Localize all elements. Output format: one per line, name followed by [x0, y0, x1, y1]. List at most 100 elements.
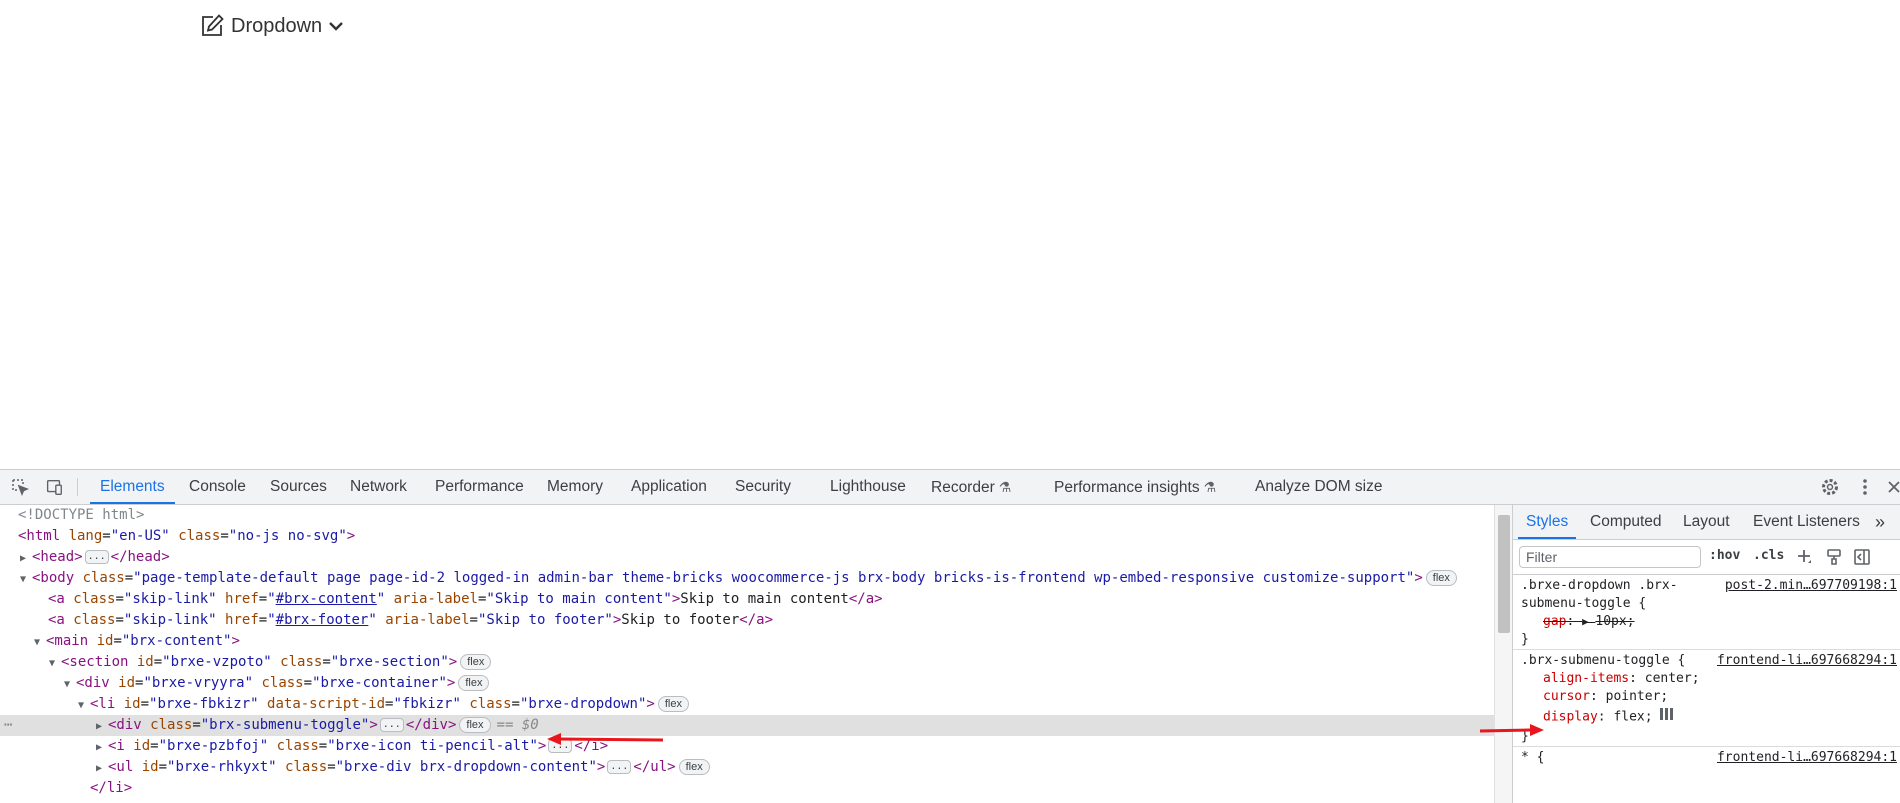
new-style-rule-icon[interactable]: [1795, 548, 1813, 566]
sidebar-tabs: Styles Computed Layout Event Listeners »: [1513, 505, 1900, 540]
collapse-triangle-icon[interactable]: ▼: [34, 632, 46, 653]
dom-node-section[interactable]: ▼ <section id="brxe-vzpoto" class="brxe-s…: [0, 652, 1494, 673]
dom-node-head[interactable]: ▶ <head>... </head>: [0, 547, 1494, 568]
flex-badge[interactable]: flex: [1425, 570, 1457, 586]
chevron-down-icon: [328, 20, 344, 32]
declaration[interactable]: cursor: pointer;: [1521, 688, 1895, 706]
elements-tree: <!DOCTYPE html> <html lang="en-US" class…: [0, 505, 1494, 803]
tab-console[interactable]: Console: [189, 470, 246, 504]
tab-styles[interactable]: Styles: [1517, 505, 1577, 539]
tab-recorder-label: Recorder: [931, 479, 995, 496]
dropdown-label: Dropdown: [231, 14, 323, 37]
style-rules: .brxe-dropdown .brx-submenu-toggle { pos…: [1513, 575, 1900, 767]
rule-close-brace: }: [1521, 632, 1529, 647]
hov-button[interactable]: :hov: [1709, 548, 1740, 563]
href-link[interactable]: #brx-content: [276, 591, 377, 607]
tab-lighthouse[interactable]: Lighthouse: [830, 470, 906, 504]
expand-triangle-icon[interactable]: ▶: [96, 758, 108, 779]
style-rule: .brxe-dropdown .brx-submenu-toggle { pos…: [1513, 575, 1900, 650]
tab-performance[interactable]: Performance: [435, 470, 524, 504]
dom-node-submenu-toggle-selected[interactable]: ⋯ ▶ <div class="brx-submenu-toggle">... </d…: [0, 715, 1494, 736]
pencil-icon: [199, 13, 225, 39]
row-options-icon[interactable]: ⋯: [0, 715, 96, 736]
dom-node-skip-link-footer[interactable]: <a class="skip-link" href="#brx-footer" …: [0, 610, 1494, 631]
device-toolbar-icon[interactable]: [44, 477, 64, 497]
more-options-icon[interactable]: [1855, 477, 1875, 497]
rule-close-brace: }: [1521, 729, 1529, 744]
rule-source-link[interactable]: frontend-li…697668294:1: [1717, 652, 1897, 670]
flexbox-editor-icon[interactable]: [1659, 706, 1675, 728]
dom-node-skip-link-content[interactable]: <a class="skip-link" href="#brx-content"…: [0, 589, 1494, 610]
dom-node-icon-i[interactable]: ▶ <i id="brxe-pzbfoj" class="brxe-icon ti…: [0, 736, 1494, 757]
declaration[interactable]: display: flex;: [1521, 706, 1895, 728]
toolbar-divider: [77, 478, 78, 496]
flask-icon: ⚗: [998, 479, 1012, 495]
flex-badge[interactable]: flex: [459, 717, 491, 733]
href-link[interactable]: #brx-footer: [276, 612, 369, 628]
annotation-arrow-left: [547, 733, 664, 745]
declaration-overridden[interactable]: gap: ▶ 10px;: [1521, 613, 1895, 631]
selected-node-marker: == $0: [496, 717, 539, 733]
ellipsis-button[interactable]: ...: [84, 550, 109, 564]
more-tabs-chevron-icon[interactable]: »: [1875, 505, 1885, 539]
toggle-sidebar-icon[interactable]: [1853, 548, 1871, 566]
dom-node-container[interactable]: ▼ <div id="brxe-vryyra" class="brxe-conta…: [0, 673, 1494, 694]
tab-layout[interactable]: Layout: [1683, 505, 1730, 539]
page-viewport: Dropdown: [0, 0, 1900, 469]
expand-triangle-icon[interactable]: ▶: [20, 548, 32, 569]
elements-scrollbar[interactable]: [1494, 505, 1513, 803]
expand-triangle-icon[interactable]: ▶: [96, 737, 108, 758]
tab-elements[interactable]: Elements: [90, 470, 175, 504]
tab-performance-insights-label: Performance insights: [1054, 479, 1200, 496]
devtools-toolbar: Elements Console Sources Network Perform…: [0, 470, 1900, 505]
tab-recorder[interactable]: Recorder ⚗: [931, 470, 1011, 504]
styles-sidebar: Styles Computed Layout Event Listeners »…: [1512, 505, 1900, 803]
dom-node-dropdown-content-ul[interactable]: ▶ <ul id="brxe-rhkyxt" class="brxe-div br…: [0, 757, 1494, 778]
collapse-triangle-icon[interactable]: ▼: [64, 674, 76, 695]
tab-network[interactable]: Network: [350, 470, 407, 504]
tab-computed[interactable]: Computed: [1590, 505, 1662, 539]
collapse-triangle-icon[interactable]: ▼: [20, 569, 32, 590]
declaration[interactable]: align-items: center;: [1521, 670, 1895, 688]
tab-security[interactable]: Security: [735, 470, 791, 504]
rule-source-link[interactable]: post-2.min…697709198:1: [1725, 577, 1897, 595]
flex-badge[interactable]: flex: [657, 696, 689, 712]
collapse-triangle-icon[interactable]: ▼: [49, 653, 61, 674]
rule-source-link[interactable]: frontend-li…697668294:1: [1717, 749, 1897, 767]
inspect-element-icon[interactable]: [10, 477, 30, 497]
ellipsis-button[interactable]: ...: [379, 718, 404, 732]
flex-badge[interactable]: flex: [460, 654, 492, 670]
expand-triangle-icon[interactable]: ▶: [96, 716, 108, 737]
dom-node-doctype[interactable]: <!DOCTYPE html>: [0, 505, 1494, 526]
tab-sources[interactable]: Sources: [270, 470, 327, 504]
annotation-arrow-right: [1479, 724, 1544, 736]
rule-selector: * {: [1521, 750, 1545, 765]
dom-node-body[interactable]: ▼ <body class="page-template-default page…: [0, 568, 1494, 589]
tab-memory[interactable]: Memory: [547, 470, 603, 504]
scrollbar-thumb[interactable]: [1498, 515, 1510, 633]
styles-filter-input[interactable]: [1519, 546, 1701, 568]
dom-node-li-close[interactable]: </li>: [0, 778, 1494, 799]
style-rule: * { frontend-li…697668294:1: [1513, 747, 1900, 767]
dom-node-dropdown-li[interactable]: ▼ <li id="brxe-fbkizr" data-script-id="fb…: [0, 694, 1494, 715]
flask-icon: ⚗: [1203, 479, 1217, 495]
dom-node-html[interactable]: <html lang="en-US" class="no-js no-svg">: [0, 526, 1494, 547]
dropdown-toggle[interactable]: Dropdown: [199, 13, 344, 39]
tab-event-listeners[interactable]: Event Listeners: [1753, 505, 1860, 539]
devtools-panel: Elements Console Sources Network Perform…: [0, 469, 1900, 803]
paint-brush-icon[interactable]: [1825, 548, 1843, 566]
arrow-right-icon: ▶: [1582, 615, 1596, 628]
close-icon[interactable]: [1884, 477, 1900, 497]
cls-button[interactable]: .cls: [1753, 548, 1784, 563]
ellipsis-button[interactable]: ...: [607, 760, 632, 774]
tab-analyze-dom-size[interactable]: Analyze DOM size: [1255, 470, 1382, 504]
flex-badge[interactable]: flex: [458, 675, 490, 691]
rule-selector: .brx-submenu-toggle {: [1521, 653, 1686, 668]
flex-badge[interactable]: flex: [678, 759, 710, 775]
tab-application[interactable]: Application: [631, 470, 707, 504]
rule-selector: .brxe-dropdown .brx-submenu-toggle {: [1521, 578, 1678, 611]
tab-performance-insights[interactable]: Performance insights ⚗: [1054, 470, 1216, 504]
collapse-triangle-icon[interactable]: ▼: [78, 695, 90, 716]
dom-node-main[interactable]: ▼ <main id="brx-content">: [0, 631, 1494, 652]
gear-icon[interactable]: [1820, 477, 1840, 497]
